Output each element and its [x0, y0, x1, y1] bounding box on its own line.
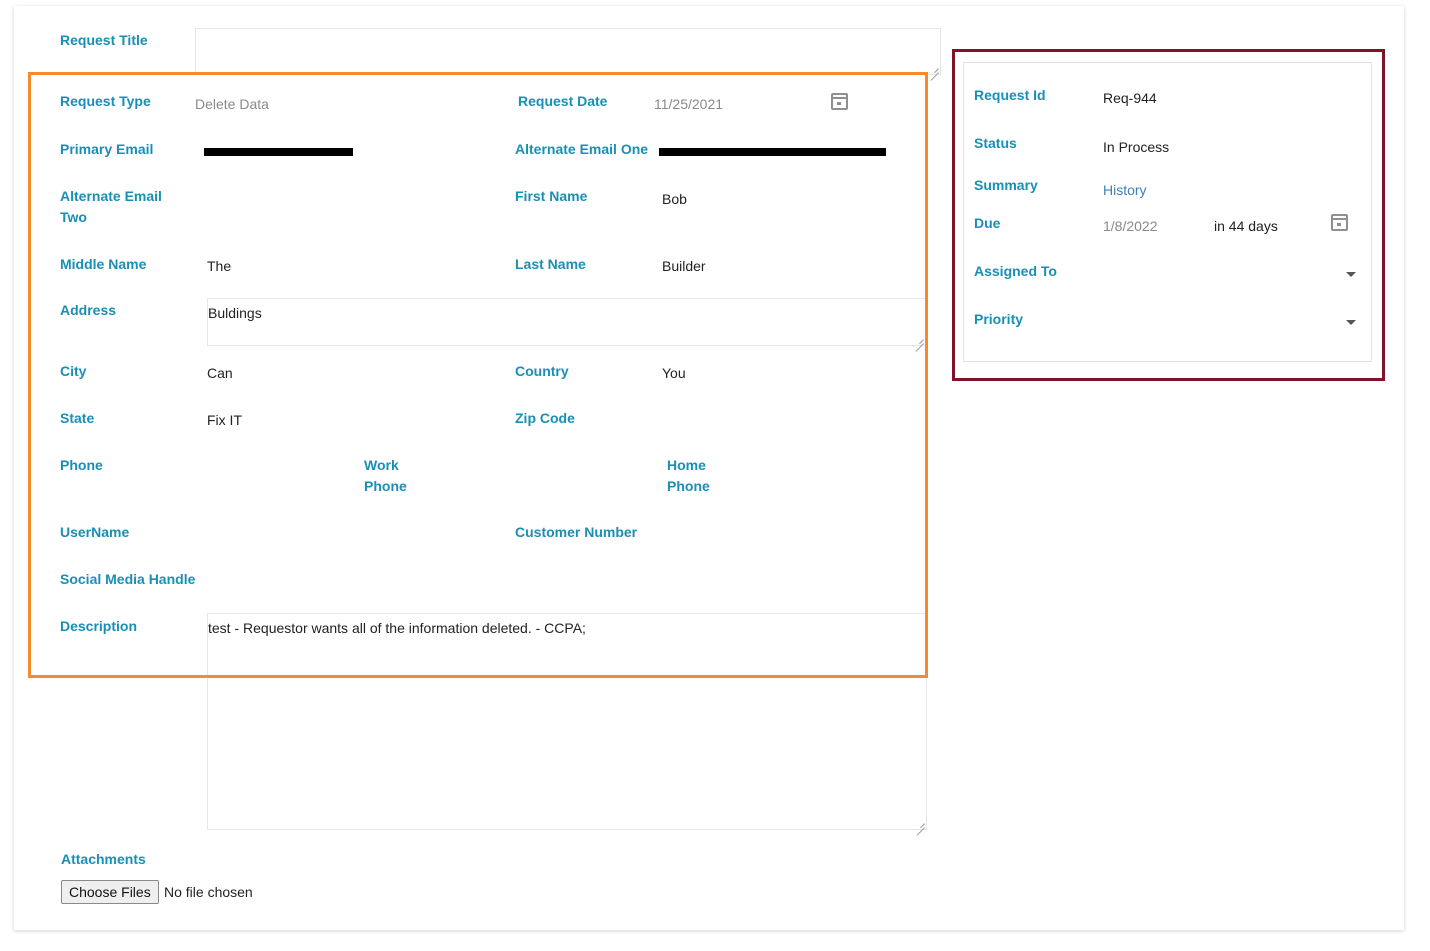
- request-id-label: Request Id: [974, 87, 1046, 103]
- resize-grip-icon[interactable]: [930, 64, 939, 73]
- due-relative-text: in 44 days: [1214, 218, 1278, 234]
- calendar-icon[interactable]: [1331, 214, 1348, 231]
- no-file-chosen-text: No file chosen: [164, 884, 253, 900]
- assigned-to-label: Assigned To: [974, 263, 1057, 279]
- priority-label: Priority: [974, 311, 1024, 327]
- request-title-label: Request Title: [60, 32, 148, 48]
- resize-grip-icon[interactable]: [916, 819, 925, 828]
- summary-label: Summary: [974, 177, 1038, 193]
- history-link[interactable]: History: [1103, 180, 1147, 200]
- request-id-value: Req-944: [1103, 90, 1157, 106]
- chevron-down-icon: [1346, 272, 1356, 277]
- form-fields-highlight: [28, 72, 928, 678]
- due-label: Due: [974, 215, 1001, 231]
- due-date-input[interactable]: 1/8/2022: [1103, 216, 1158, 236]
- status-value: In Process: [1103, 139, 1170, 155]
- request-title-input[interactable]: [195, 28, 941, 75]
- chevron-down-icon: [1346, 320, 1356, 325]
- choose-files-button[interactable]: Choose Files: [61, 880, 159, 904]
- status-label: Status: [974, 135, 1017, 151]
- attachments-label: Attachments: [61, 851, 146, 867]
- assigned-to-select[interactable]: [1100, 260, 1362, 286]
- priority-select[interactable]: [1100, 308, 1362, 334]
